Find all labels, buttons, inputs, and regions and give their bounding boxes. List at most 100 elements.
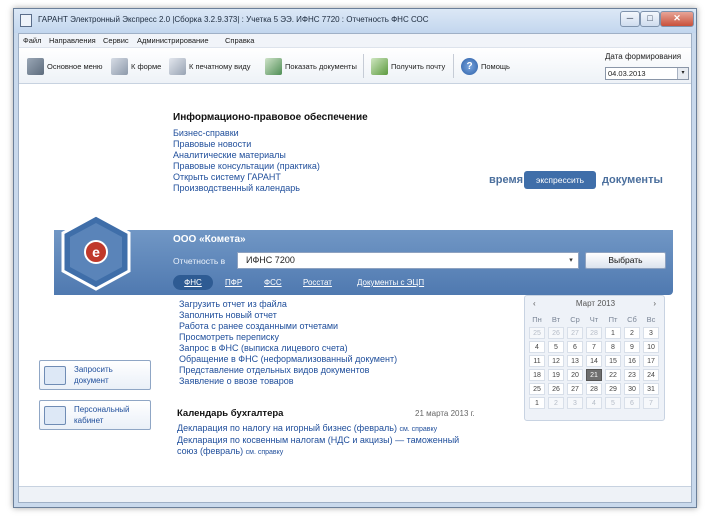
calendar-day[interactable]: 7 [586, 341, 602, 353]
task-import-statement[interactable]: Заявление о ввозе товаров [179, 376, 294, 386]
inspection-select[interactable]: ИФНС 7200 ▾ [237, 252, 579, 269]
calendar-day[interactable]: 28 [586, 383, 602, 395]
print-view-icon [169, 57, 186, 75]
task-submit-documents[interactable]: Представление отдельных видов документов [179, 365, 369, 375]
calendar-day[interactable]: 27 [567, 327, 583, 339]
calendar-day[interactable]: 5 [548, 341, 564, 353]
calendar-day[interactable]: 26 [548, 327, 564, 339]
calendar-day[interactable]: 2 [548, 397, 564, 409]
calendar-day[interactable]: 24 [643, 369, 659, 381]
main-menu-button[interactable]: Основное меню [27, 55, 103, 77]
calendar-day[interactable]: 19 [548, 369, 564, 381]
calendar-day[interactable]: 4 [529, 341, 545, 353]
info-link-calendar[interactable]: Производственный календарь [173, 183, 300, 193]
reference-link[interactable]: см. справку [246, 449, 284, 456]
next-month-button[interactable]: › [653, 299, 656, 308]
calendar-day[interactable]: 2 [624, 327, 640, 339]
task-load-file[interactable]: Загрузить отчет из файла [179, 299, 287, 309]
task-view-correspondence[interactable]: Просмотреть переписку [179, 332, 279, 342]
calendar-day[interactable]: 18 [529, 369, 545, 381]
info-link-legal-news[interactable]: Правовые новости [173, 139, 251, 149]
calendar-day[interactable]: 23 [624, 369, 640, 381]
promo-button[interactable]: экспрессить [524, 171, 596, 189]
calendar-day[interactable]: 27 [567, 383, 583, 395]
chevron-down-icon[interactable]: ▾ [677, 68, 688, 79]
cabinet-icon [44, 406, 66, 425]
help-button[interactable]: ? Помощь [461, 55, 510, 77]
calendar-day[interactable]: 29 [605, 383, 621, 395]
task-fns-letter[interactable]: Обращение в ФНС (неформализованный докум… [179, 354, 397, 364]
calendar-day[interactable]: 3 [643, 327, 659, 339]
menu-directions[interactable]: Направления [49, 36, 96, 45]
calendar-day[interactable]: 26 [548, 383, 564, 395]
calendar-day[interactable]: 25 [529, 327, 545, 339]
calendar-day[interactable]: 15 [605, 355, 621, 367]
info-link-open-garant[interactable]: Открыть систему ГАРАНТ [173, 172, 281, 182]
calendar-day[interactable]: 13 [567, 355, 583, 367]
get-mail-button[interactable]: Получить почту [371, 55, 445, 77]
calendar-day[interactable]: 12 [548, 355, 564, 367]
request-label: Запросить документ [74, 365, 113, 385]
promo-text-right: документы [602, 174, 663, 186]
tax-item[interactable]: союз (февраль) см. справку [177, 446, 283, 456]
calendar-day[interactable]: 5 [605, 397, 621, 409]
promo-text-left: время [489, 174, 524, 186]
tab-fns[interactable]: ФНС [173, 275, 213, 290]
maximize-button[interactable]: □ [640, 11, 660, 27]
calendar-day[interactable]: 4 [586, 397, 602, 409]
tab-pfr[interactable]: ПФР [225, 275, 242, 290]
personal-cabinet-button[interactable]: Персональный кабинет [39, 400, 151, 430]
menu-service[interactable]: Сервис [103, 36, 129, 45]
to-print-label: К печатному виду [189, 61, 251, 71]
task-fns-request[interactable]: Запрос в ФНС (выписка лицевого счета) [179, 343, 348, 353]
show-documents-button[interactable]: Показать документы [265, 55, 357, 77]
calendar-day[interactable]: 17 [643, 355, 659, 367]
calendar-day[interactable]: 10 [643, 341, 659, 353]
chevron-down-icon[interactable]: ▾ [564, 253, 578, 268]
accounting-calendar-title: Календарь бухгалтера [177, 408, 284, 419]
tab-rosstat[interactable]: Росстат [303, 275, 332, 290]
calendar-day[interactable]: 21 [586, 369, 602, 381]
request-document-button[interactable]: Запросить документ [39, 360, 151, 390]
calendar-day[interactable]: 8 [605, 341, 621, 353]
info-link-analytics[interactable]: Аналитические материалы [173, 150, 286, 160]
to-print-button[interactable]: К печатному виду [169, 55, 250, 77]
calendar-day[interactable]: 22 [605, 369, 621, 381]
calendar-day[interactable]: 31 [643, 383, 659, 395]
weekday-label: Вс [646, 315, 656, 324]
calendar-day[interactable]: 16 [624, 355, 640, 367]
calendar-day[interactable]: 30 [624, 383, 640, 395]
reference-link[interactable]: см. справку [399, 426, 437, 433]
choose-button[interactable]: Выбрать [585, 252, 666, 269]
calendar-day[interactable]: 6 [624, 397, 640, 409]
menu-file[interactable]: Файл [23, 36, 41, 45]
calendar-day[interactable]: 1 [529, 397, 545, 409]
close-button[interactable]: ✕ [660, 11, 694, 27]
calendar-day[interactable]: 20 [567, 369, 583, 381]
promo-banner[interactable]: время экспрессить документы [489, 158, 679, 218]
info-link-consultations[interactable]: Правовые консультации (практика) [173, 161, 320, 171]
to-form-button[interactable]: К форме [111, 55, 161, 77]
info-link-business[interactable]: Бизнес-справки [173, 128, 239, 138]
calendar-day[interactable]: 6 [567, 341, 583, 353]
tax-item[interactable]: Декларация по налогу на игорный бизнес (… [177, 423, 437, 433]
title-bar[interactable]: ГАРАНТ Электронный Экспресс 2.0 |Сборка … [14, 9, 696, 33]
tax-item[interactable]: Декларация по косвенным налогам (НДС и а… [177, 435, 459, 445]
tab-signed-documents[interactable]: Документы с ЭЦП [357, 275, 424, 290]
menu-administration[interactable]: Администрирование [137, 36, 209, 45]
minimize-button[interactable]: ─ [620, 11, 640, 27]
calendar-day[interactable]: 1 [605, 327, 621, 339]
calendar-day[interactable]: 7 [643, 397, 659, 409]
calendar-day[interactable]: 3 [567, 397, 583, 409]
calendar-day[interactable]: 9 [624, 341, 640, 353]
date-field[interactable]: 04.03.2013 ▾ [605, 67, 689, 80]
menu-help[interactable]: Справка [225, 36, 254, 45]
app-icon [20, 14, 32, 27]
task-existing-reports[interactable]: Работа с ранее созданными отчетами [179, 321, 338, 331]
tab-fss[interactable]: ФСС [264, 275, 282, 290]
calendar-day[interactable]: 25 [529, 383, 545, 395]
calendar-day[interactable]: 11 [529, 355, 545, 367]
calendar-day[interactable]: 14 [586, 355, 602, 367]
calendar-day[interactable]: 28 [586, 327, 602, 339]
task-new-report[interactable]: Заполнить новый отчет [179, 310, 277, 320]
